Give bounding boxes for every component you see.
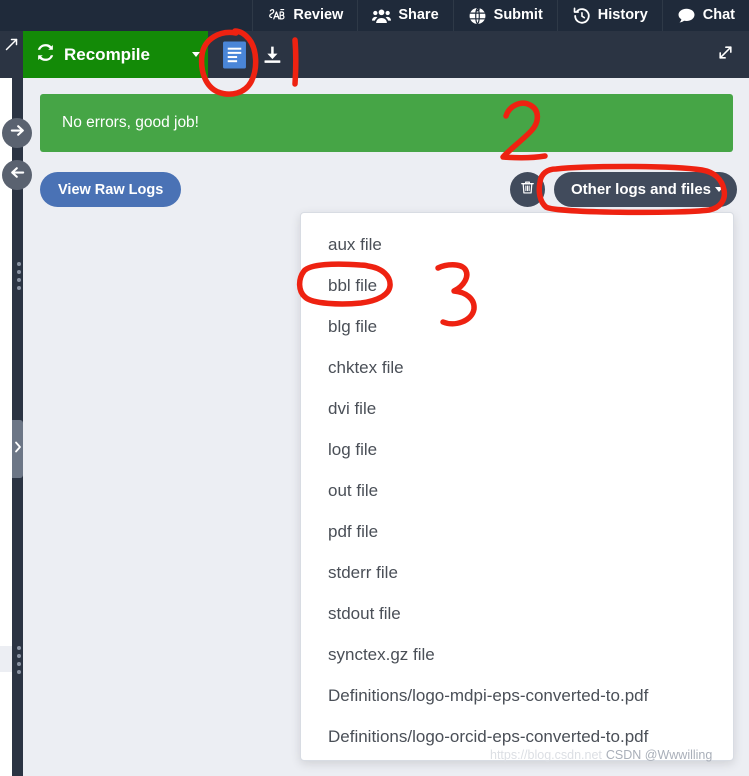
recompile-label: Recompile (64, 44, 150, 64)
nav-label-chat: Chat (702, 7, 735, 24)
dropdown-item-label: stdout file (328, 603, 401, 623)
dropdown-item-label: out file (328, 480, 379, 500)
gutter-notch (0, 646, 12, 672)
other-logs-dropdown-menu: aux file bbl file blg file chktex file d… (300, 212, 734, 761)
nav-item-review[interactable]: Review (252, 0, 357, 31)
chat-bubble-icon (677, 6, 696, 25)
dropdown-item-label: synctex.gz file (328, 644, 435, 664)
view-raw-logs-label: View Raw Logs (58, 181, 164, 198)
dropdown-item-aux[interactable]: aux file (301, 224, 733, 265)
dropdown-item-chktex[interactable]: chktex file (301, 347, 733, 388)
dropdown-item-label: dvi file (328, 398, 377, 418)
dropdown-item-synctex[interactable]: synctex.gz file (301, 634, 733, 675)
app-root: Review Share Submit History Chat Recompi… (0, 0, 749, 776)
dropdown-item-logo-mdpi[interactable]: Definitions/logo-mdpi-eps-converted-to.p… (301, 675, 733, 716)
clear-cache-button[interactable] (510, 172, 545, 207)
arrow-left-circle-button[interactable] (2, 160, 32, 190)
nav-item-chat[interactable]: Chat (661, 0, 749, 31)
view-raw-logs-button[interactable]: View Raw Logs (40, 172, 182, 207)
drag-dots-icon[interactable] (16, 646, 22, 674)
dropdown-item-logo-orcid[interactable]: Definitions/logo-orcid-eps-converted-to.… (301, 716, 733, 757)
recompile-dropdown-toggle[interactable] (183, 31, 208, 78)
panel-collapse-handle[interactable] (12, 420, 23, 478)
trash-icon (519, 179, 536, 201)
dropdown-item-label: pdf file (328, 521, 379, 541)
dropdown-item-dvi[interactable]: dvi file (301, 388, 733, 429)
dropdown-item-label: bbl file (328, 275, 378, 295)
compile-toolbar: Recompile (0, 31, 749, 78)
dropdown-item-label: Definitions/logo-orcid-eps-converted-to.… (328, 726, 649, 746)
dropdown-item-blg[interactable]: blg file (301, 306, 733, 347)
arrow-right-circle-button[interactable] (2, 118, 32, 148)
download-icon (264, 46, 281, 63)
nav-label-submit: Submit (493, 7, 543, 24)
top-navigation-bar: Review Share Submit History Chat (0, 0, 749, 31)
dropdown-item-label: blg file (328, 316, 378, 336)
alert-message: No errors, good job! (62, 114, 199, 131)
dropdown-item-bbl[interactable]: bbl file (301, 265, 733, 306)
submit-globe-icon (468, 6, 487, 25)
dropdown-item-label: chktex file (328, 357, 404, 377)
dropdown-item-stdout[interactable]: stdout file (301, 593, 733, 634)
nav-label-share: Share (398, 7, 439, 24)
caret-down-icon (715, 187, 724, 192)
dropdown-item-log[interactable]: log file (301, 429, 733, 470)
expand-arrow-icon (717, 44, 734, 66)
other-logs-and-files-button[interactable]: Other logs and files (554, 172, 738, 207)
compile-success-alert: No errors, good job! (40, 94, 733, 152)
other-logs-label: Other logs and files (571, 181, 712, 198)
drag-dots-icon[interactable] (16, 262, 22, 290)
expand-arrow-icon[interactable] (4, 37, 19, 57)
refresh-icon (36, 43, 55, 67)
toolbar-left-rail (0, 31, 23, 78)
review-pen-icon (267, 6, 286, 25)
dropdown-item-pdf[interactable]: pdf file (301, 511, 733, 552)
arrow-left-circle-icon (9, 164, 26, 186)
arrow-right-circle-icon (9, 122, 26, 144)
dropdown-item-label: stderr file (328, 562, 398, 582)
dropdown-item-stderr[interactable]: stderr file (301, 552, 733, 593)
download-button[interactable] (252, 31, 292, 78)
history-clock-icon (572, 6, 591, 25)
nav-item-share[interactable]: Share (357, 0, 452, 31)
expand-panel-button[interactable] (705, 31, 745, 78)
dropdown-item-label: log file (328, 439, 378, 459)
dropdown-item-label: aux file (328, 234, 382, 254)
nav-item-submit[interactable]: Submit (452, 0, 557, 31)
chevron-right-icon (14, 440, 22, 458)
caret-down-icon (191, 52, 200, 57)
nav-item-history[interactable]: History (556, 0, 662, 31)
share-people-icon (372, 6, 392, 25)
dropdown-item-out[interactable]: out file (301, 470, 733, 511)
nav-label-review: Review (293, 7, 344, 24)
pdf-file-icon (222, 40, 246, 69)
dropdown-item-label: Definitions/logo-mdpi-eps-converted-to.p… (328, 685, 649, 705)
nav-label-history: History (597, 7, 648, 24)
recompile-button[interactable]: Recompile (23, 31, 183, 78)
